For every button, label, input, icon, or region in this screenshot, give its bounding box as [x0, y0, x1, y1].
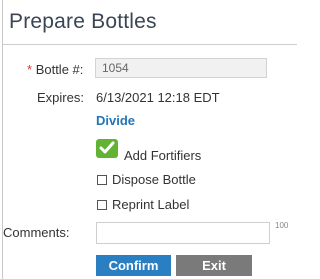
bottle-number-field: 1054: [95, 58, 267, 78]
title-divider: [3, 44, 297, 45]
reprint-label-label: Reprint Label: [112, 197, 190, 212]
check-icon: [99, 141, 115, 154]
required-marker: *: [27, 62, 33, 77]
dialog-title: Prepare Bottles: [9, 10, 157, 33]
comments-char-limit: 100: [275, 221, 289, 230]
dispose-bottle-checkbox[interactable]: [97, 175, 107, 185]
bottle-number-label: * Bottle #:: [27, 62, 83, 77]
divide-link[interactable]: Divide: [96, 113, 135, 128]
expires-label: Expires:: [37, 90, 84, 105]
add-fortifiers-checkbox[interactable]: [96, 139, 118, 158]
dispose-bottle-label: Dispose Bottle: [112, 172, 196, 187]
bottle-number-label-text: Bottle #:: [35, 62, 84, 77]
add-fortifiers-label: Add Fortifiers: [124, 148, 202, 163]
confirm-button[interactable]: Confirm: [96, 255, 171, 276]
comments-input[interactable]: [96, 222, 270, 244]
prepare-bottles-dialog: Prepare Bottles * Bottle #: 1054 Expires…: [2, 0, 297, 279]
reprint-label-checkbox[interactable]: [97, 200, 107, 210]
comments-label: Comments:: [3, 225, 70, 240]
expires-value: 6/13/2021 12:18 EDT: [96, 90, 220, 105]
exit-button[interactable]: Exit: [176, 255, 252, 276]
